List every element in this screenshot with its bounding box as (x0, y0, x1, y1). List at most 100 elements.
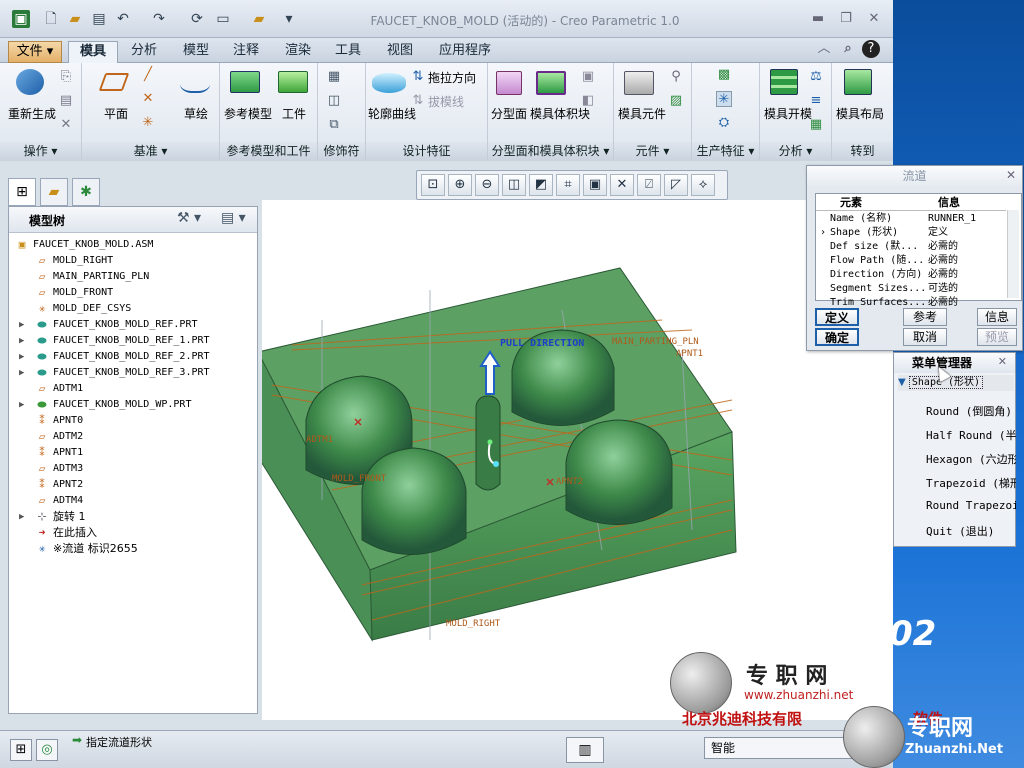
split-icon[interactable]: ▣ (580, 69, 596, 85)
new-file-icon[interactable]: 🗋 (42, 10, 60, 28)
expand-arrow-icon[interactable]: ▶ (19, 333, 29, 349)
datum-display-icon[interactable]: ✕ (610, 174, 634, 196)
graphics-viewport[interactable]: PULL DIRECTION MAIN_PARTING_PLN APNT1 AD… (257, 200, 893, 728)
windows-icon[interactable]: ▭ (214, 10, 232, 28)
mold-component-button[interactable] (620, 67, 658, 95)
measure-icon[interactable]: ⚖ (808, 69, 824, 85)
navigator-toggle-icon[interactable]: ⊞ (10, 739, 32, 761)
tab-annotate[interactable]: 注释 (226, 41, 266, 63)
mirror-icon[interactable]: ◫ (326, 93, 342, 109)
point-icon[interactable]: ✕ (140, 91, 156, 107)
offset-icon[interactable]: ⧉ (326, 117, 342, 133)
group-label[interactable]: 操作 ▾ (0, 142, 81, 161)
group-label[interactable]: 生产特征 ▾ (692, 142, 759, 161)
axis-icon[interactable]: ╱ (140, 67, 156, 83)
plane-display-icon[interactable]: ⍁ (637, 174, 661, 196)
tree-columns-icon[interactable]: ▤ ▾ (221, 210, 246, 226)
element-row[interactable]: Segment Sizes... 可选的 (816, 282, 1006, 296)
redo-icon[interactable]: ↷ (150, 10, 168, 28)
regenerate-button[interactable] (12, 67, 50, 95)
element-scrollbar[interactable] (1007, 210, 1019, 298)
minimize-icon[interactable]: ▬ (808, 10, 828, 28)
tab-tools[interactable]: 工具 (328, 41, 368, 63)
plane-button[interactable] (96, 67, 134, 95)
regenerate-icon[interactable]: ⟳ (188, 10, 206, 28)
element-row[interactable]: Flow Path (随... 必需的 (816, 254, 1006, 268)
browser-toggle-icon[interactable]: ◎ (36, 739, 58, 761)
copy-volume-icon[interactable]: ◧ (580, 93, 596, 109)
define-button[interactable]: 定义 (815, 308, 859, 326)
mold-layout-button[interactable] (838, 67, 876, 95)
preview-button[interactable]: 预览 (977, 328, 1017, 346)
csys-icon[interactable]: ✳ (140, 115, 156, 131)
mold-volume-button[interactable] (532, 67, 570, 95)
menu-item[interactable]: Trapezoid (梯形) (926, 475, 1016, 491)
close-icon[interactable]: ✕ (864, 10, 884, 28)
menu-item[interactable]: Hexagon (六边形) (926, 451, 1016, 467)
ejector-pin-icon[interactable]: ⛭ (716, 115, 732, 131)
folder-browser-tab-icon[interactable]: ▰ (40, 178, 68, 206)
runner-icon[interactable]: ✳ (716, 91, 732, 107)
cast-icon[interactable]: ▨ (668, 93, 684, 109)
projected-area-icon[interactable]: ▦ (808, 117, 824, 133)
selection-filter-select[interactable]: 智能 (704, 737, 854, 759)
repaint-icon[interactable]: ◫ (502, 174, 526, 196)
collapse-ribbon-icon[interactable]: ︿ (814, 40, 834, 58)
help-icon[interactable]: ? (862, 40, 880, 58)
menu-item[interactable]: Quit (退出) (926, 523, 1016, 539)
tab-view[interactable]: 视图 (380, 41, 420, 63)
zoom-out-icon[interactable]: ⊖ (475, 174, 499, 196)
spin-center-icon[interactable]: ⟡ (691, 174, 715, 196)
tab-mold[interactable]: 模具 (68, 41, 118, 63)
search-icon[interactable]: ⌕ (838, 40, 858, 58)
saved-views-icon[interactable]: ⌗ (556, 174, 580, 196)
dialog-close-icon[interactable]: ✕ (1006, 168, 1016, 182)
water-line-icon[interactable]: ▩ (716, 67, 732, 83)
draft-line-button[interactable]: 拔模线 (428, 93, 464, 110)
paste-icon[interactable]: ▤ (58, 93, 74, 109)
ok-button[interactable]: 确定 (815, 328, 859, 346)
tab-file[interactable]: 文件 ▾ (8, 41, 62, 63)
menu-section-shape[interactable]: ▼ Shape (形状) (898, 375, 1014, 391)
info-button[interactable]: 信息 (977, 308, 1017, 326)
copy-icon[interactable]: ⎘ (58, 69, 74, 85)
menu-manager-close-icon[interactable]: ✕ (998, 355, 1007, 368)
folder-icon[interactable]: ▰ (250, 10, 268, 28)
sketch-button[interactable] (176, 67, 214, 95)
expand-arrow-icon[interactable]: ▶ (19, 317, 29, 333)
element-row[interactable]: › Shape (形状) 定义 (816, 226, 1006, 240)
group-label[interactable]: 基准 ▾ (82, 142, 219, 161)
refs-button[interactable]: 参考 (903, 308, 947, 326)
menu-item[interactable]: Round Trapezoid (926, 499, 1016, 512)
open-folder-icon[interactable]: ▰ (66, 10, 84, 28)
parting-surface-button[interactable] (490, 67, 528, 95)
workpiece-button[interactable] (274, 67, 312, 95)
menu-item[interactable]: Half Round (半倒圆角) (926, 427, 1016, 443)
zoom-in-icon[interactable]: ⊕ (448, 174, 472, 196)
view-manager-icon[interactable]: ▣ (583, 174, 607, 196)
element-row[interactable]: Direction (方向) 必需的 (816, 268, 1006, 282)
model-tree-tab-icon[interactable]: ⊞ (8, 178, 36, 206)
reference-model-button[interactable] (226, 67, 264, 95)
find-icon[interactable]: ▥ (566, 737, 604, 763)
display-style-icon[interactable]: ◩ (529, 174, 553, 196)
pattern-icon[interactable]: ▦ (326, 69, 342, 85)
tab-render[interactable]: 渲染 (278, 41, 318, 63)
save-icon[interactable]: ▤ (90, 10, 108, 28)
tab-model[interactable]: 模型 (176, 41, 216, 63)
mold-opening-button[interactable] (764, 67, 802, 95)
expand-arrow-icon[interactable]: ▶ (19, 509, 29, 525)
ejector-icon[interactable]: ⚲ (668, 69, 684, 85)
element-row[interactable]: Name (名称) RUNNER_1 (816, 212, 1006, 226)
tab-analysis[interactable]: 分析 (124, 41, 164, 63)
menu-item[interactable]: Round (倒圆角) (926, 403, 1016, 419)
thickness-icon[interactable]: ≡ (808, 93, 824, 109)
delete-icon[interactable]: ✕ (58, 117, 74, 133)
expand-arrow-icon[interactable]: ▶ (19, 349, 29, 365)
cancel-button[interactable]: 取消 (903, 328, 947, 346)
refit-icon[interactable]: ⊡ (421, 174, 445, 196)
group-label[interactable]: 分析 ▾ (760, 142, 831, 161)
undo-icon[interactable]: ↶ (114, 10, 132, 28)
element-row[interactable]: Def size (默... 必需的 (816, 240, 1006, 254)
expand-arrow-icon[interactable]: ▶ (19, 365, 29, 381)
